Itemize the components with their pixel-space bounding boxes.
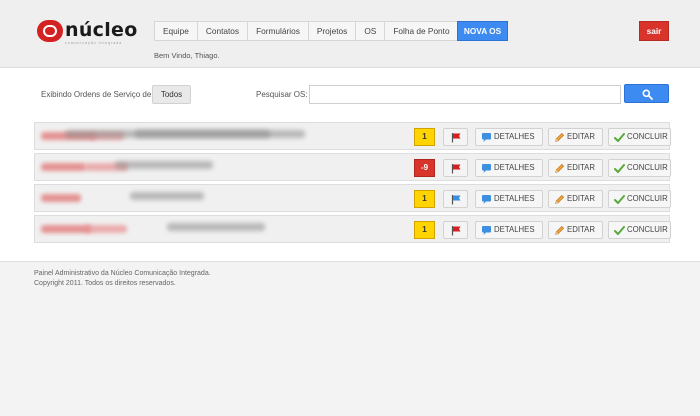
checkmark-icon [614, 195, 625, 204]
speech-bubble-icon [482, 164, 491, 173]
search-label: Pesquisar OS: [256, 90, 308, 99]
order-row: 1 DETALHES EDITAR CONCLUIR [34, 122, 671, 150]
order-code [85, 225, 127, 233]
checkmark-icon [614, 164, 625, 173]
details-label: DETALHES [494, 132, 535, 141]
new-os-button[interactable]: NOVA OS [457, 21, 508, 41]
footer-line-1: Painel Administrativo da Núcleo Comunica… [34, 270, 211, 277]
order-row: 1 DETALHES EDITAR CONCLUIR [34, 184, 671, 212]
details-label: DETALHES [494, 194, 535, 203]
pencil-icon [555, 194, 565, 204]
flag-icon [451, 226, 461, 236]
details-button[interactable]: DETALHES [475, 128, 543, 146]
filter-select-button[interactable]: Todos [152, 85, 191, 104]
details-button[interactable]: DETALHES [475, 221, 543, 239]
priority-flag-button[interactable] [443, 159, 468, 177]
speech-bubble-icon [482, 133, 491, 142]
edit-label: EDITAR [567, 163, 596, 172]
details-button[interactable]: DETALHES [475, 190, 543, 208]
pencil-icon [555, 225, 565, 235]
orders-list: 1 DETALHES EDITAR CONCLUIR -9 DETALHES E… [34, 122, 671, 246]
flag-icon [451, 133, 461, 143]
details-button[interactable]: DETALHES [475, 159, 543, 177]
search-input[interactable] [309, 85, 621, 104]
logout-button[interactable]: sair [639, 21, 669, 41]
edit-button[interactable]: EDITAR [548, 190, 603, 208]
order-description [130, 192, 204, 200]
conclude-label: CONCLUIR [627, 132, 668, 141]
edit-label: EDITAR [567, 194, 596, 203]
conclude-button[interactable]: CONCLUIR [608, 221, 671, 239]
pencil-icon [555, 132, 565, 142]
logo[interactable]: núcleo comunicação integrada [37, 20, 138, 46]
brand-name: núcleo [65, 19, 138, 41]
footer: Painel Administrativo da Núcleo Comunica… [0, 261, 700, 416]
priority-flag-button[interactable] [443, 221, 468, 239]
order-description [65, 130, 305, 138]
pencil-icon [555, 163, 565, 173]
order-description [167, 223, 265, 231]
priority-flag-button[interactable] [443, 190, 468, 208]
nav-item-formularios[interactable]: Formulários [248, 22, 309, 40]
nav-item-projetos[interactable]: Projetos [309, 22, 357, 40]
edit-button[interactable]: EDITAR [548, 128, 603, 146]
priority-flag-button[interactable] [443, 128, 468, 146]
edit-button[interactable]: EDITAR [548, 221, 603, 239]
order-count-badge: 1 [414, 190, 435, 208]
header: núcleo comunicação integrada Equipe Cont… [0, 0, 700, 68]
conclude-button[interactable]: CONCLUIR [608, 190, 671, 208]
footer-line-2: Copyright 2011. Todos os direitos reserv… [34, 280, 176, 287]
details-label: DETALHES [494, 163, 535, 172]
speech-bubble-icon [482, 226, 491, 235]
conclude-button[interactable]: CONCLUIR [608, 128, 671, 146]
flag-icon [451, 164, 461, 174]
welcome-message: Bem Vindo, Thiago. [154, 51, 220, 60]
search-icon [642, 89, 653, 100]
search-button[interactable] [624, 84, 669, 103]
edit-button[interactable]: EDITAR [548, 159, 603, 177]
nav-item-equipe[interactable]: Equipe [155, 22, 198, 40]
brand-tagline: comunicação integrada [65, 41, 123, 45]
main-nav: Equipe Contatos Formulários Projetos OS … [154, 21, 459, 41]
nav-item-contatos[interactable]: Contatos [198, 22, 249, 40]
checkmark-icon [614, 226, 625, 235]
order-row: -9 DETALHES EDITAR CONCLUIR [34, 153, 671, 181]
conclude-button[interactable]: CONCLUIR [608, 159, 671, 177]
conclude-label: CONCLUIR [627, 225, 668, 234]
logo-badge-icon [37, 20, 63, 42]
order-description [115, 161, 213, 169]
speech-bubble-icon [482, 195, 491, 204]
order-row: 1 DETALHES EDITAR CONCLUIR [34, 215, 671, 243]
order-client-name [41, 163, 86, 171]
edit-label: EDITAR [567, 132, 596, 141]
details-label: DETALHES [494, 225, 535, 234]
nav-item-folha-de-ponto[interactable]: Folha de Ponto [385, 22, 457, 40]
flag-icon [451, 195, 461, 205]
edit-label: EDITAR [567, 225, 596, 234]
order-count-badge: -9 [414, 159, 435, 177]
conclude-label: CONCLUIR [627, 163, 668, 172]
filter-label: Exibindo Ordens de Serviço de: [41, 90, 154, 99]
order-client-name [41, 225, 91, 233]
order-client-name [41, 194, 81, 202]
checkmark-icon [614, 133, 625, 142]
conclude-label: CONCLUIR [627, 194, 668, 203]
order-count-badge: 1 [414, 221, 435, 239]
nav-item-os[interactable]: OS [356, 22, 386, 40]
order-count-badge: 1 [414, 128, 435, 146]
